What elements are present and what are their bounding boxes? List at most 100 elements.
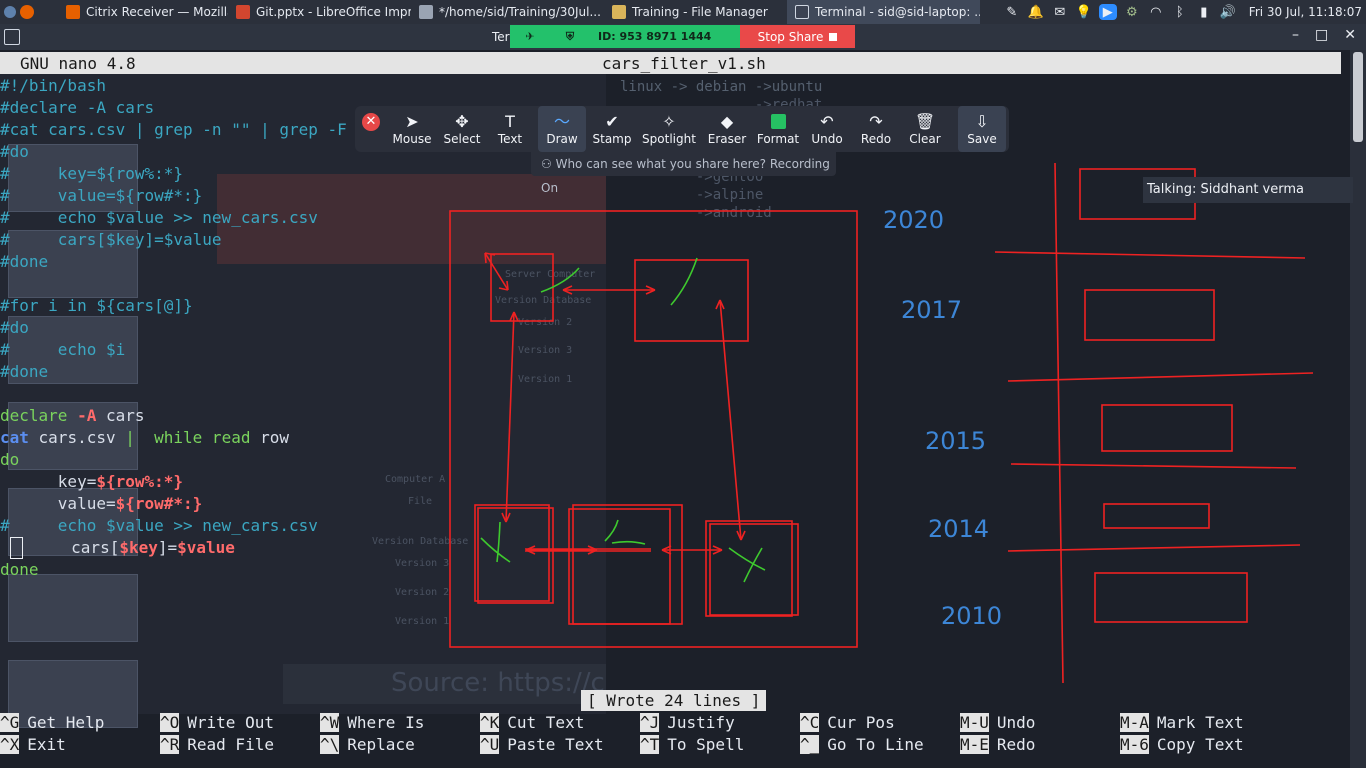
- maximize-icon[interactable]: □: [1315, 27, 1328, 43]
- code-token: # value=${row#*:}: [0, 186, 203, 205]
- code-line[interactable]: # echo $value >> new_cars.csv: [0, 515, 606, 537]
- shortcut-item[interactable]: M-6 Copy Text: [1120, 734, 1280, 756]
- shortcut-item[interactable]: ^O Write Out: [160, 712, 320, 734]
- shortcut-item[interactable]: M-E Redo: [960, 734, 1120, 756]
- close-icon[interactable]: ✕: [1344, 27, 1356, 43]
- launcher-area[interactable]: [0, 0, 58, 24]
- shortcut-key: M-6: [1120, 735, 1149, 754]
- taskbar-task[interactable]: */home/sid/Training/30Jul...: [411, 0, 604, 24]
- code-line[interactable]: #!/bin/bash: [0, 75, 606, 97]
- code-line[interactable]: # echo $i: [0, 339, 606, 361]
- tool-draw[interactable]: 〜 Draw: [538, 106, 586, 152]
- stop-share-button[interactable]: Stop Share: [740, 25, 855, 48]
- code-line[interactable]: # cars[$key]=$value: [0, 229, 606, 251]
- code-line[interactable]: do: [0, 449, 606, 471]
- share-status: ✈ ⛨ ID: 953 8971 1444: [510, 25, 740, 48]
- shortcut-item[interactable]: ^W Where Is: [320, 712, 480, 734]
- code-line[interactable]: [0, 383, 606, 405]
- shortcut-item[interactable]: ^K Cut Text: [480, 712, 640, 734]
- nano-version: GNU nano 4.8: [20, 54, 136, 73]
- shortcut-label: Where Is: [347, 713, 425, 732]
- tool-label: Mouse: [392, 132, 432, 146]
- spotlight-icon: ✧: [662, 112, 676, 131]
- code-line[interactable]: #done: [0, 361, 606, 383]
- code-line[interactable]: # value=${row#*:}: [0, 185, 606, 207]
- zoom-video-icon[interactable]: ▶: [1098, 4, 1117, 20]
- code-line[interactable]: #done: [0, 251, 606, 273]
- scrollbar-thumb[interactable]: [1353, 52, 1363, 142]
- tool-clear[interactable]: 🗑 Clear: [904, 106, 946, 152]
- shortcut-item[interactable]: ^G Get Help: [0, 712, 160, 734]
- shortcut-item[interactable]: ^C Cur Pos: [800, 712, 960, 734]
- code-token: ${row#*:}: [115, 494, 203, 513]
- shortcut-item[interactable]: ^J Justify: [640, 712, 800, 734]
- code-line[interactable]: declare -A cars: [0, 405, 606, 427]
- code-line[interactable]: cars[$key]=$value: [0, 537, 606, 559]
- code-line[interactable]: key=${row%:*}: [0, 471, 606, 493]
- taskbar-task[interactable]: Citrix Receiver — Mozilla F...: [58, 0, 228, 24]
- battery-icon[interactable]: ▮: [1195, 4, 1213, 20]
- zoom-share-bar: ✈ ⛨ ID: 953 8971 1444 Stop Share: [510, 25, 855, 48]
- tool-undo[interactable]: ↶ Undo: [806, 106, 848, 152]
- apps-menu-icon[interactable]: [4, 6, 16, 18]
- shortcut-item[interactable]: ^T To Spell: [640, 734, 800, 756]
- window-controls: – □ ✕: [1292, 27, 1356, 43]
- shortcut-item[interactable]: ^U Paste Text: [480, 734, 640, 756]
- shortcut-key: ^J: [640, 713, 660, 732]
- tool-label: Format: [756, 132, 800, 146]
- privacy-note[interactable]: ⚇ Who can see what you share here? Recor…: [531, 152, 836, 195]
- tool-format[interactable]: Format: [753, 106, 803, 152]
- code-token: cars[: [23, 538, 120, 557]
- code-line[interactable]: value=${row#*:}: [0, 493, 606, 515]
- mail-icon[interactable]: ✉: [1051, 4, 1069, 20]
- draw-icon: 〜: [553, 112, 570, 131]
- taskbar-task[interactable]: Terminal - sid@sid-laptop: ...: [787, 0, 980, 24]
- code-token: # echo $value >> new_cars.csv: [0, 516, 318, 535]
- code-token: #do: [0, 142, 29, 161]
- shortcut-item[interactable]: M-A Mark Text: [1120, 712, 1280, 734]
- shortcut-item[interactable]: M-U Undo: [960, 712, 1120, 734]
- clock[interactable]: Fri 30 Jul, 11:18:07: [1243, 5, 1362, 19]
- code-line[interactable]: # key=${row%:*}: [0, 163, 606, 185]
- tool-text[interactable]: T Text: [489, 106, 531, 152]
- code-line[interactable]: [0, 273, 606, 295]
- code-line[interactable]: done: [0, 559, 606, 581]
- notes-icon[interactable]: ✎: [1003, 4, 1021, 20]
- bluetooth-icon[interactable]: ᛒ: [1171, 4, 1189, 20]
- tool-select[interactable]: ✥ Select: [441, 106, 483, 152]
- shortcut-item[interactable]: ^R Read File: [160, 734, 320, 756]
- tool-mouse[interactable]: ➤ Mouse: [391, 106, 433, 152]
- notification-bell-icon[interactable]: 🔔: [1027, 4, 1045, 20]
- code-line[interactable]: # echo $value >> new_cars.csv: [0, 207, 606, 229]
- shortcut-label: Undo: [996, 713, 1036, 732]
- code-line[interactable]: #for i in ${cars[@]}: [0, 295, 606, 317]
- tool-eraser[interactable]: ◆ Eraser: [702, 106, 752, 152]
- minimize-icon[interactable]: –: [1292, 27, 1299, 43]
- tool-save[interactable]: ⇩ Save: [958, 106, 1006, 152]
- move-icon: ✥: [455, 112, 469, 131]
- taskbar-task[interactable]: Training - File Manager: [604, 0, 787, 24]
- tool-redo[interactable]: ↷ Redo: [855, 106, 897, 152]
- pin-icon[interactable]: ✈: [510, 30, 550, 43]
- code-token: #do: [0, 318, 29, 337]
- tool-stamp[interactable]: ✔ Stamp: [587, 106, 637, 152]
- tool-spotlight[interactable]: ✧ Spotlight: [639, 106, 699, 152]
- close-annotation-button[interactable]: ✕: [362, 113, 380, 131]
- code-token: #declare -A cars: [0, 98, 155, 117]
- shortcut-item[interactable]: ^X Exit: [0, 734, 160, 756]
- taskbar-task[interactable]: Git.pptx - LibreOffice Impr...: [228, 0, 411, 24]
- shortcut-label: Exit: [27, 735, 66, 754]
- shortcut-item[interactable]: ^\ Replace: [320, 734, 480, 756]
- firefox-icon[interactable]: [20, 5, 34, 19]
- volume-icon[interactable]: 🔊: [1219, 4, 1237, 20]
- terminal-window-icon[interactable]: [4, 29, 20, 45]
- wifi-icon[interactable]: ◠: [1147, 4, 1165, 20]
- lightbulb-icon[interactable]: 💡: [1075, 4, 1093, 20]
- code-line[interactable]: cat cars.csv | while read row: [0, 427, 606, 449]
- scrollbar[interactable]: [1350, 50, 1366, 768]
- shortcut-item[interactable]: ^_ Go To Line: [800, 734, 960, 756]
- diagram-label: Version 1: [395, 616, 450, 627]
- text-cursor: [10, 537, 23, 559]
- network-manager-icon[interactable]: ⚙: [1123, 4, 1141, 20]
- code-line[interactable]: #do: [0, 317, 606, 339]
